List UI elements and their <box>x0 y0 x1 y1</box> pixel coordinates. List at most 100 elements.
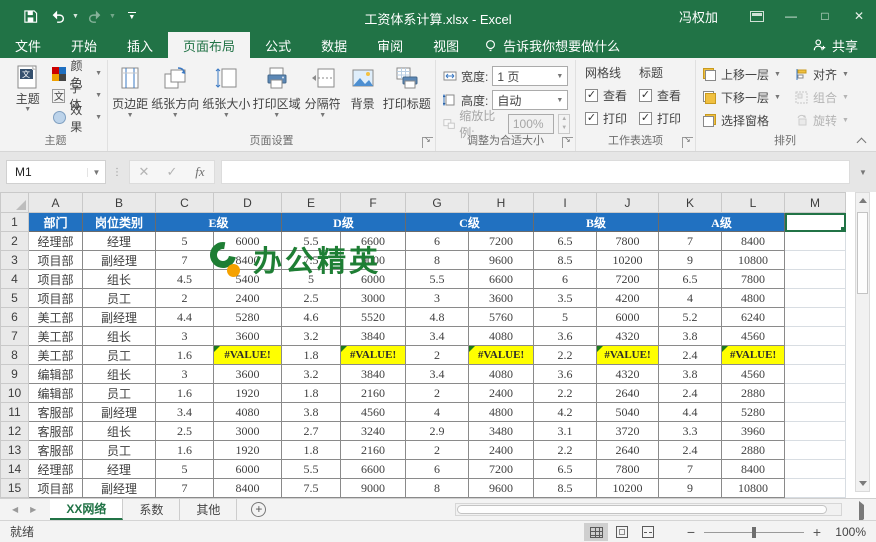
row-header-3[interactable]: 3 <box>1 251 29 270</box>
cell[interactable]: 经理部 <box>29 232 83 251</box>
column-header-A[interactable]: A <box>29 193 83 213</box>
new-sheet-button[interactable]: + <box>251 499 266 520</box>
column-header-M[interactable]: M <box>785 193 846 213</box>
cell[interactable]: 7.5 <box>282 251 341 270</box>
row-header-10[interactable]: 10 <box>1 384 29 403</box>
cell[interactable] <box>785 346 846 365</box>
cell[interactable]: 6.5 <box>659 270 722 289</box>
row-header-2[interactable]: 2 <box>1 232 29 251</box>
sheet-tab-coefficient[interactable]: 系数 <box>123 499 180 520</box>
cell[interactable]: 4800 <box>469 403 534 422</box>
cell[interactable]: 经理 <box>83 232 156 251</box>
cell[interactable]: 员工 <box>83 289 156 308</box>
cell[interactable]: 3600 <box>214 327 282 346</box>
share-button[interactable]: 共享 <box>801 34 870 56</box>
cell[interactable]: 7800 <box>597 232 659 251</box>
cell[interactable]: 3000 <box>341 289 406 308</box>
cell[interactable]: 6600 <box>469 270 534 289</box>
cell[interactable]: 5760 <box>469 308 534 327</box>
cell[interactable]: 经理部 <box>29 460 83 479</box>
cell[interactable]: #VALUE! <box>469 346 534 365</box>
sheet-tab-xx-network[interactable]: XX网络 <box>50 499 123 520</box>
print-titles-button[interactable]: 打印标题 <box>382 60 432 112</box>
themes-button[interactable]: 文 主题 ▼ <box>7 60 48 113</box>
cell[interactable]: 7 <box>156 251 214 270</box>
undo-dropdown[interactable]: ▼ <box>72 13 79 20</box>
cell[interactable]: 3.3 <box>659 422 722 441</box>
cell[interactable]: 员工 <box>83 441 156 460</box>
gridlines-print-checkbox[interactable]: ✓打印 <box>585 109 627 128</box>
cell[interactable]: 7800 <box>597 460 659 479</box>
cell[interactable]: 员工 <box>83 346 156 365</box>
cell[interactable]: 编辑部 <box>29 365 83 384</box>
theme-effects-button[interactable]: 效果▼ <box>52 108 102 127</box>
customize-qat-icon[interactable]: ▼ <box>120 5 144 27</box>
cell[interactable]: 4 <box>406 403 469 422</box>
column-header-H[interactable]: H <box>469 193 534 213</box>
cell[interactable]: 3.4 <box>156 403 214 422</box>
cell[interactable]: 6000 <box>214 232 282 251</box>
cell[interactable]: 4080 <box>214 403 282 422</box>
size-button[interactable]: 纸张大小▼ <box>201 60 251 119</box>
cell[interactable]: 组长 <box>83 365 156 384</box>
cell[interactable]: 8.5 <box>534 251 597 270</box>
cell[interactable]: 2.4 <box>659 384 722 403</box>
cell[interactable]: 5 <box>534 308 597 327</box>
row-header-4[interactable]: 4 <box>1 270 29 289</box>
zoom-in-button[interactable]: + <box>812 524 822 540</box>
column-header-B[interactable]: B <box>83 193 156 213</box>
row-header-7[interactable]: 7 <box>1 327 29 346</box>
cell[interactable]: 4560 <box>722 327 785 346</box>
cell[interactable]: 5040 <box>597 403 659 422</box>
cell[interactable]: 8400 <box>722 460 785 479</box>
zoom-out-button[interactable]: − <box>686 524 696 540</box>
maximize-button[interactable]: □ <box>808 0 842 32</box>
sheet-options-dialog-launcher[interactable] <box>682 137 693 148</box>
row-header-5[interactable]: 5 <box>1 289 29 308</box>
cell[interactable]: 3840 <box>341 327 406 346</box>
cell[interactable]: 2 <box>156 289 214 308</box>
column-header-F[interactable]: F <box>341 193 406 213</box>
cell[interactable]: 4.6 <box>282 308 341 327</box>
cell[interactable]: 2400 <box>469 384 534 403</box>
cell[interactable]: 组长 <box>83 327 156 346</box>
cell[interactable]: 4.2 <box>534 403 597 422</box>
cell[interactable]: 5 <box>156 232 214 251</box>
sheet-nav-right-icon[interactable]: ▶ <box>30 505 36 514</box>
cell[interactable]: 3.8 <box>659 365 722 384</box>
minimize-button[interactable]: — <box>774 0 808 32</box>
insert-function-icon[interactable]: fx <box>186 164 214 180</box>
cell[interactable]: 3.4 <box>406 327 469 346</box>
cell[interactable]: 7 <box>659 460 722 479</box>
cell[interactable]: #VALUE! <box>722 346 785 365</box>
cell[interactable]: 4.5 <box>156 270 214 289</box>
tab-file[interactable]: 文件 <box>0 32 56 58</box>
cell[interactable]: 3840 <box>341 365 406 384</box>
select-all-corner[interactable] <box>1 193 29 213</box>
margins-button[interactable]: 页边距▼ <box>111 60 149 119</box>
cell[interactable]: 美工部 <box>29 327 83 346</box>
cell[interactable]: 10200 <box>597 251 659 270</box>
sheet-tab-other[interactable]: 其他 <box>180 499 237 520</box>
ribbon-display-options-icon[interactable] <box>740 0 774 32</box>
cell[interactable]: 2880 <box>722 441 785 460</box>
cell[interactable]: 9 <box>659 479 722 498</box>
formula-input[interactable] <box>221 160 850 184</box>
cell[interactable]: 3.2 <box>282 327 341 346</box>
cell[interactable]: 6000 <box>214 460 282 479</box>
cell[interactable]: A级 <box>659 213 785 232</box>
cell[interactable]: 6240 <box>722 308 785 327</box>
cell[interactable]: C级 <box>406 213 534 232</box>
row-header-9[interactable]: 9 <box>1 365 29 384</box>
cell[interactable]: 客服部 <box>29 403 83 422</box>
cell[interactable]: 3.5 <box>534 289 597 308</box>
cell[interactable]: 1.6 <box>156 441 214 460</box>
scroll-up-icon[interactable] <box>856 193 869 208</box>
cell[interactable]: 10800 <box>722 251 785 270</box>
cell[interactable]: 3600 <box>214 365 282 384</box>
cell[interactable]: 4.8 <box>406 308 469 327</box>
cell[interactable]: 项目部 <box>29 289 83 308</box>
tab-view[interactable]: 视图 <box>418 32 474 58</box>
cell[interactable]: 9600 <box>469 479 534 498</box>
cell[interactable]: 组长 <box>83 422 156 441</box>
